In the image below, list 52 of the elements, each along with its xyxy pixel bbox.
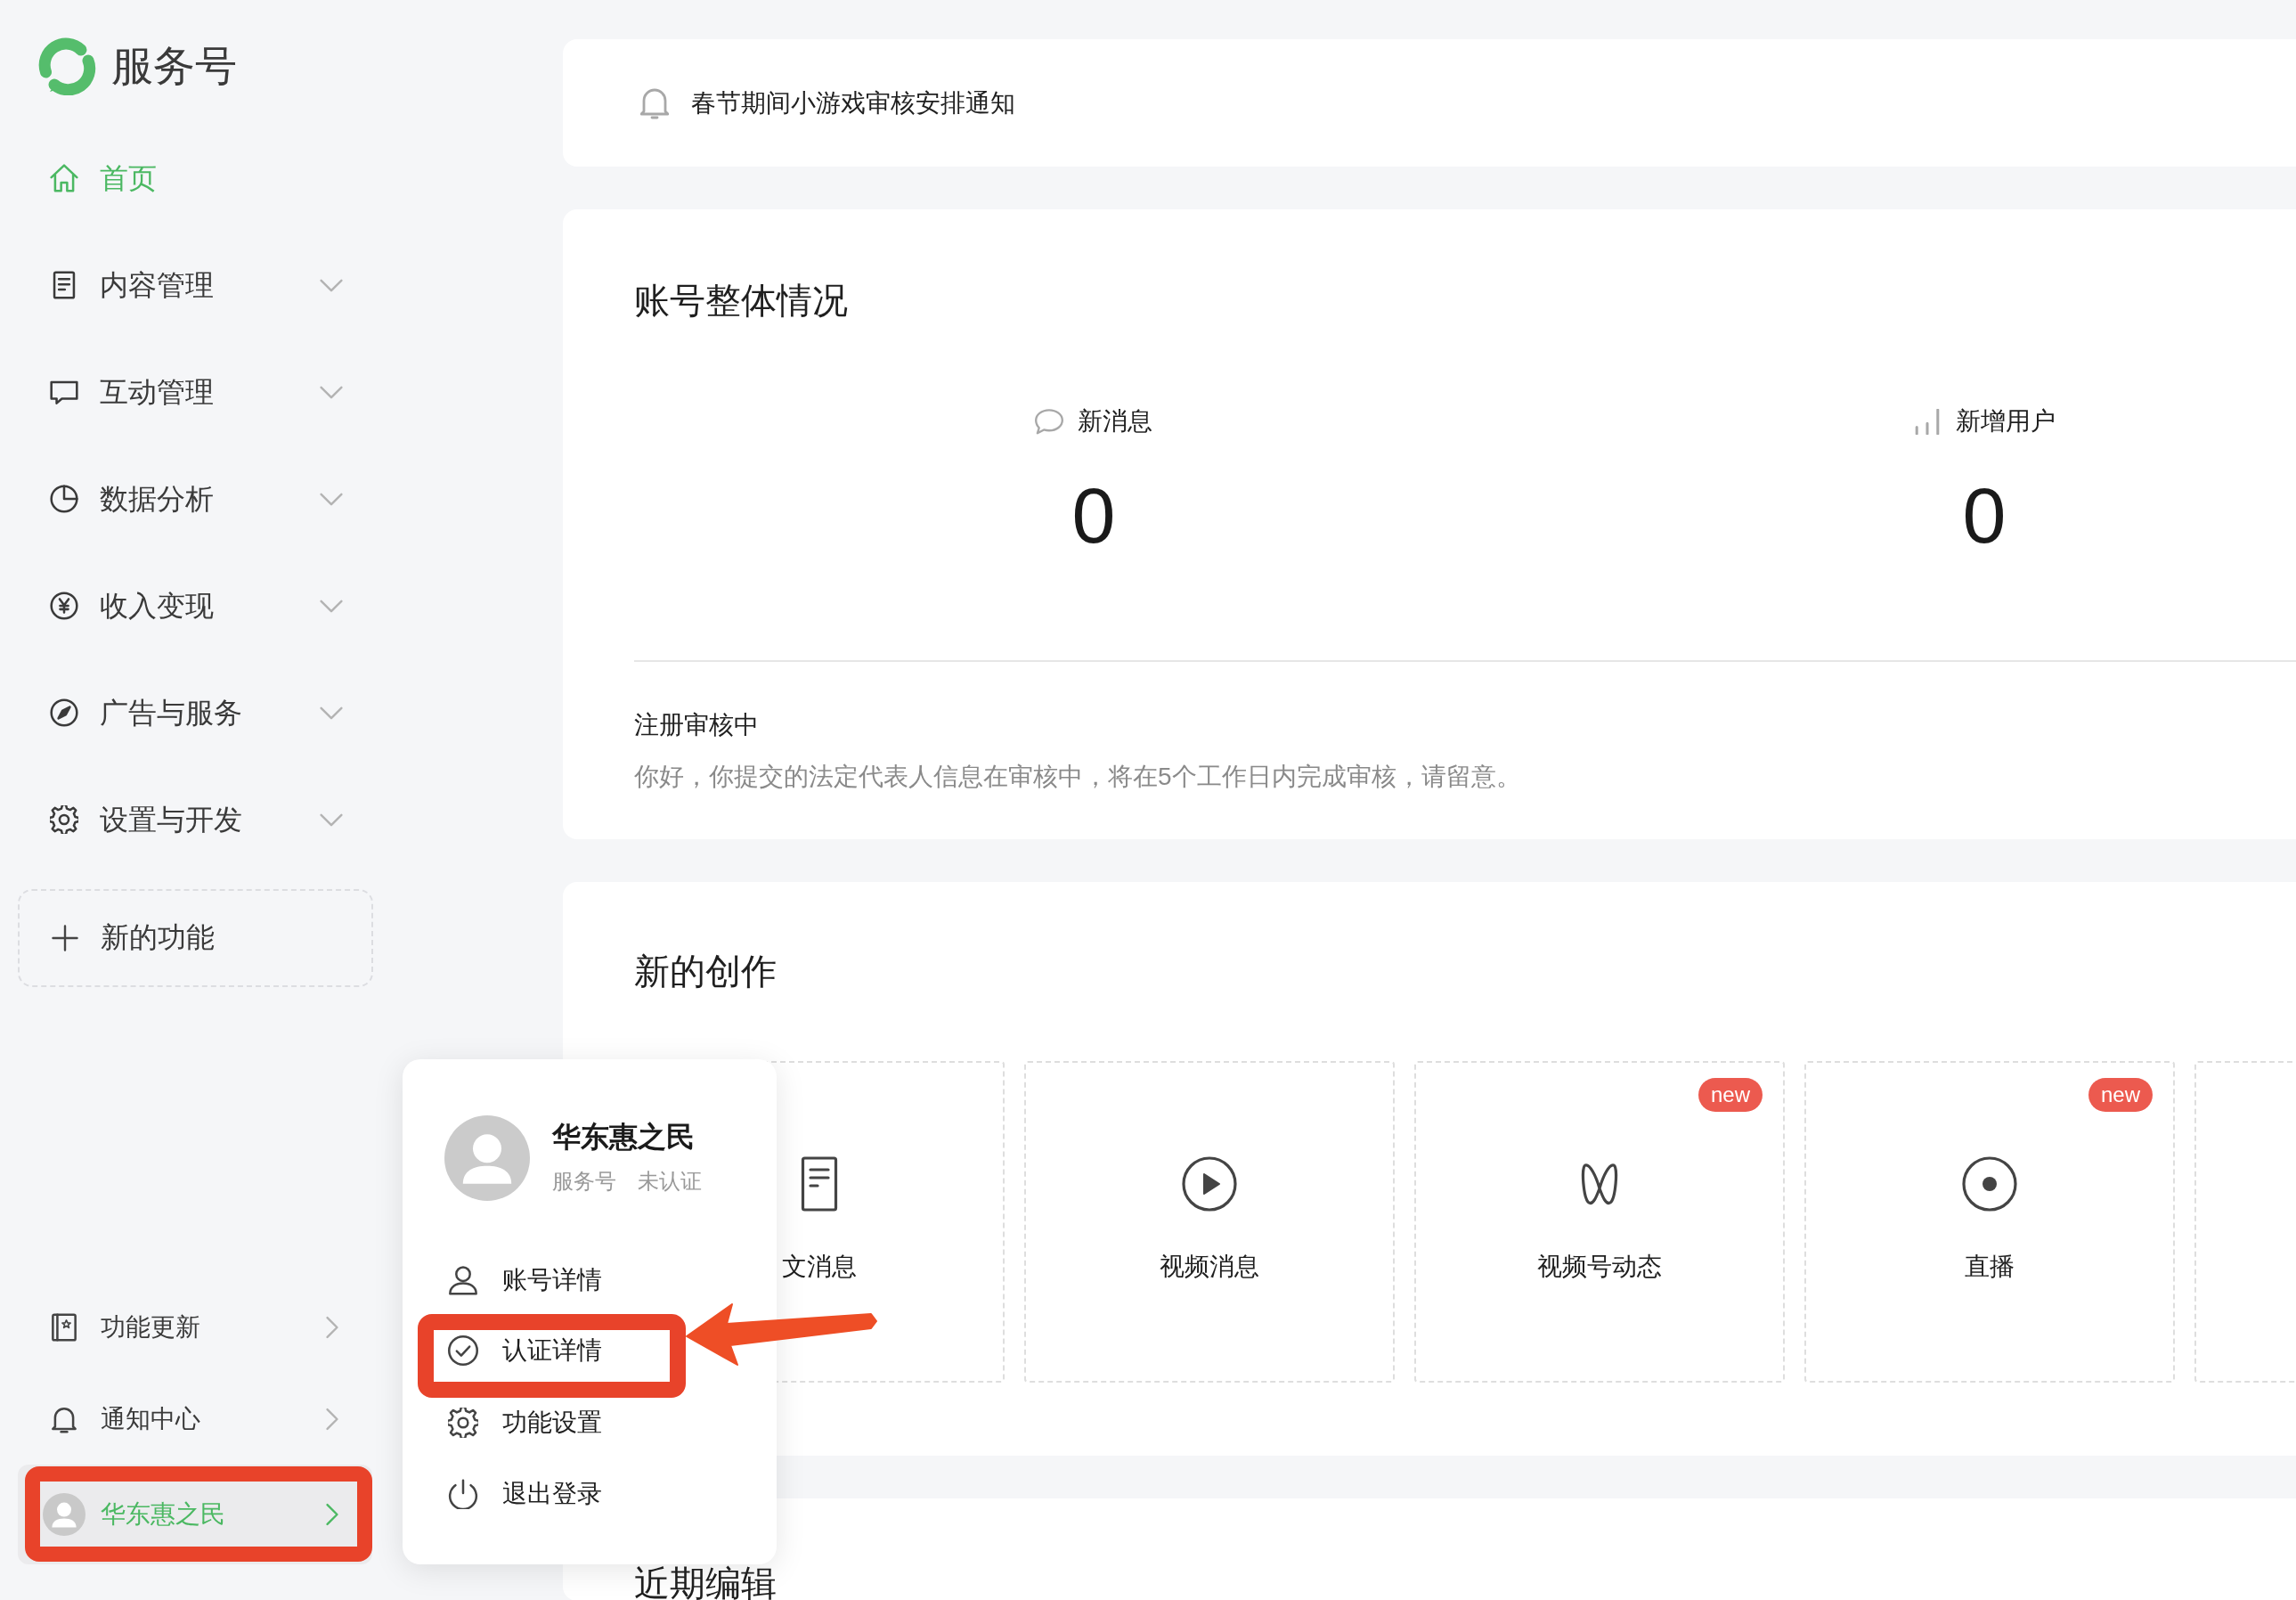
nav-item[interactable]: 内容管理 <box>50 267 343 303</box>
nav-item[interactable]: 互动管理 <box>50 374 343 410</box>
new-badge: new <box>2088 1078 2153 1112</box>
chevron-right-icon <box>326 1407 338 1431</box>
bar-chart-icon <box>1913 408 1942 435</box>
chevron-right-icon <box>326 1315 338 1339</box>
compass-icon <box>50 698 78 727</box>
stat-value: 0 <box>1071 471 1116 560</box>
play-circle-icon <box>1182 1156 1237 1212</box>
logo-text: 服务号 <box>111 41 237 91</box>
menu-item[interactable]: 认证详情 <box>418 1314 686 1398</box>
gear-icon <box>448 1408 478 1438</box>
nav-item[interactable]: 收入变现 <box>50 588 343 624</box>
creation-tile[interactable]: 视频消息 <box>1024 1061 1395 1383</box>
sidebar-link[interactable]: 通知中心 <box>50 1400 338 1437</box>
logo-icon <box>37 37 96 95</box>
home-icon <box>50 164 78 192</box>
sidebar-link[interactable]: 功能更新 <box>50 1309 338 1345</box>
new-feature-button[interactable]: 新的功能 <box>18 889 373 987</box>
status-title: 注册审核中 <box>634 710 759 740</box>
gear-icon <box>50 805 78 834</box>
avatar-icon <box>444 1115 530 1201</box>
star-book-icon <box>50 1312 78 1342</box>
section-title: 近期编辑 <box>634 1565 778 1600</box>
account-type: 服务号 <box>552 1168 616 1195</box>
plus-icon <box>52 925 78 951</box>
notice-link[interactable]: 春节期间小游戏审核安排通知 <box>691 86 1015 120</box>
chat-bubble-icon <box>1035 408 1063 435</box>
verification-status: 未认证 <box>638 1168 702 1195</box>
creation-tile[interactable]: 直播 new <box>1804 1061 2175 1383</box>
pie-chart-icon <box>50 485 78 513</box>
stat-value: 0 <box>1962 471 2007 560</box>
nav-item[interactable]: 广告与服务 <box>50 695 343 731</box>
section-title: 账号整体情况 <box>634 280 849 322</box>
menu-item[interactable]: 退出登录 <box>448 1476 602 1512</box>
nav-item[interactable]: 设置与开发 <box>50 802 343 837</box>
section-title: 新的创作 <box>634 951 778 992</box>
user-icon <box>448 1265 478 1295</box>
yen-coin-icon <box>50 592 78 620</box>
chevron-right-icon <box>326 1503 338 1526</box>
status-text: 你好，你提交的法定代表人信息在审核中，将在5个工作日内完成审核，请留意。 <box>634 762 1521 792</box>
menu-item[interactable]: 账号详情 <box>448 1262 602 1298</box>
creation-tile[interactable]: 视频号动态 new <box>1414 1061 1785 1383</box>
check-circle-icon <box>448 1335 478 1366</box>
menu-item[interactable]: 功能设置 <box>448 1405 602 1441</box>
new-badge: new <box>1698 1078 1763 1112</box>
dot-circle-icon <box>1962 1156 2017 1212</box>
power-icon <box>448 1479 478 1509</box>
stat-label: 新增用户 <box>1956 406 2056 437</box>
nav-item[interactable]: 数据分析 <box>50 481 343 517</box>
avatar-icon <box>43 1493 85 1536</box>
stat-label: 新消息 <box>1078 406 1152 437</box>
